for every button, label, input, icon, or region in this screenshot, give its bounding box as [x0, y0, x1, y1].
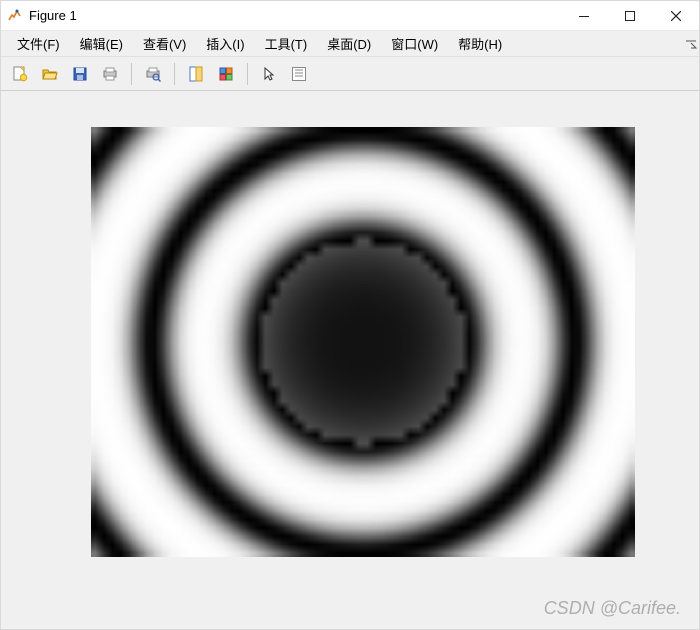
link-axes-button[interactable]: [183, 61, 209, 87]
maximize-button[interactable]: [607, 1, 653, 31]
figure-window: Figure 1 文件(F) 编辑(E) 查看(V) 插入(I) 工具(T) 桌…: [0, 0, 700, 630]
print-preview-icon: [144, 65, 162, 83]
menu-help[interactable]: 帮助(H): [448, 31, 512, 56]
menubar: 文件(F) 编辑(E) 查看(V) 插入(I) 工具(T) 桌面(D) 窗口(W…: [1, 31, 699, 57]
figure-canvas-area: CSDN @Carifee.: [1, 91, 699, 629]
insert-colorbar-button[interactable]: [213, 61, 239, 87]
menu-desktop[interactable]: 桌面(D): [317, 31, 381, 56]
open-icon: [41, 65, 59, 83]
toolbar-separator: [247, 63, 248, 85]
window-title: Figure 1: [29, 8, 77, 23]
toolbar: [1, 57, 699, 91]
link-icon: [187, 65, 205, 83]
new-figure-icon: [11, 65, 29, 83]
plot-tools-icon: [290, 65, 308, 83]
open-button[interactable]: [37, 61, 63, 87]
save-icon: [71, 65, 89, 83]
watermark: CSDN @Carifee.: [544, 598, 681, 619]
menu-file[interactable]: 文件(F): [7, 31, 70, 56]
toolbar-separator: [131, 63, 132, 85]
print-icon: [101, 65, 119, 83]
toolbar-separator: [174, 63, 175, 85]
close-button[interactable]: [653, 1, 699, 31]
print-preview-button[interactable]: [140, 61, 166, 87]
titlebar: Figure 1: [1, 1, 699, 31]
menu-insert[interactable]: 插入(I): [196, 31, 254, 56]
new-figure-button[interactable]: [7, 61, 33, 87]
insert-colorbar-icon: [217, 65, 235, 83]
menu-overflow-icon[interactable]: [685, 38, 697, 50]
axes[interactable]: [91, 127, 635, 557]
matlab-figure-icon: [7, 8, 23, 24]
edit-plot-button[interactable]: [256, 61, 282, 87]
image-plot: [91, 127, 635, 557]
menu-view[interactable]: 查看(V): [133, 31, 196, 56]
minimize-button[interactable]: [561, 1, 607, 31]
menu-edit[interactable]: 编辑(E): [70, 31, 133, 56]
menu-window[interactable]: 窗口(W): [381, 31, 448, 56]
plot-tools-button[interactable]: [286, 61, 312, 87]
print-button[interactable]: [97, 61, 123, 87]
menu-tools[interactable]: 工具(T): [255, 31, 318, 56]
save-button[interactable]: [67, 61, 93, 87]
pointer-icon: [260, 65, 278, 83]
